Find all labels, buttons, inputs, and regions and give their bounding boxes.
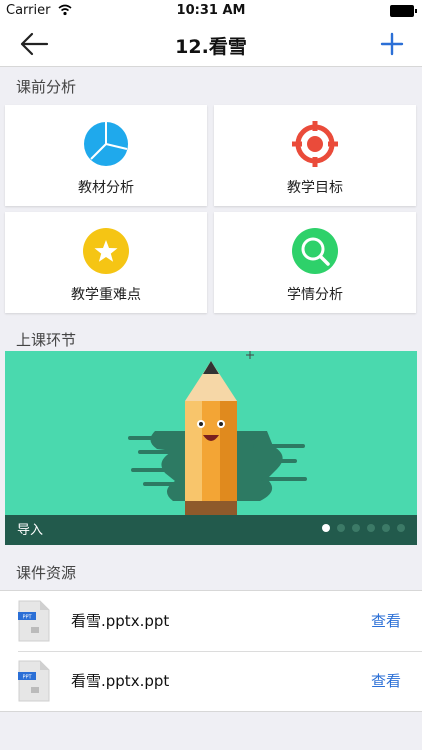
pie-chart-icon xyxy=(84,122,128,166)
file-type-label: PPT xyxy=(22,675,32,681)
card-label: 学情分析 xyxy=(287,287,343,303)
card-label: 教学重难点 xyxy=(71,287,141,303)
add-icon[interactable] xyxy=(380,30,404,58)
list-item[interactable]: PPT 看雪.pptx.ppt 查看 xyxy=(0,651,422,711)
ppt-file-icon: PPT xyxy=(18,600,50,642)
card-textbook-analysis[interactable]: 教材分析 xyxy=(5,105,207,206)
ppt-file-icon: PPT xyxy=(18,660,50,702)
carousel-caption: 导入 xyxy=(17,523,44,538)
star-icon xyxy=(83,228,129,274)
page-dot[interactable] xyxy=(352,524,360,532)
list-item[interactable]: PPT 看雪.pptx.ppt 查看 xyxy=(0,591,422,651)
page-title: 12.看雪 xyxy=(175,36,247,58)
magnifier-icon xyxy=(292,228,338,274)
page-indicator[interactable] xyxy=(315,517,405,536)
section-title-pre-class: 课前分析 xyxy=(16,78,77,96)
page-dot[interactable] xyxy=(367,524,375,532)
page-dot[interactable] xyxy=(337,524,345,532)
card-teaching-goals[interactable]: 教学目标 xyxy=(214,105,416,206)
target-icon xyxy=(292,121,338,167)
file-type-label: PPT xyxy=(22,615,32,621)
view-button[interactable]: 查看 xyxy=(371,610,401,631)
section-title-resources: 课件资源 xyxy=(16,564,77,582)
card-label: 教学目标 xyxy=(287,180,343,196)
card-label: 教材分析 xyxy=(78,180,134,196)
card-learner-analysis[interactable]: 学情分析 xyxy=(214,212,416,313)
clock: 10:31 AM xyxy=(176,3,246,18)
navigation-bar: 12.看雪 xyxy=(0,22,422,67)
lesson-carousel[interactable]: 导入 xyxy=(5,351,417,545)
resource-list: PPT 看雪.pptx.ppt 查看 PPT 看雪.pptx.ppt 查看 xyxy=(0,590,422,712)
page-dot[interactable] xyxy=(397,524,405,532)
file-name: 看雪.pptx.ppt xyxy=(71,612,170,630)
section-title-in-class: 上课环节 xyxy=(16,331,77,349)
battery-icon xyxy=(390,5,417,17)
card-key-difficulties[interactable]: 教学重难点 xyxy=(5,212,207,313)
page-dot[interactable] xyxy=(382,524,390,532)
file-name: 看雪.pptx.ppt xyxy=(71,672,170,690)
status-bar: Carrier 10:31 AM xyxy=(0,0,422,22)
view-button[interactable]: 查看 xyxy=(371,670,401,691)
page-dot[interactable] xyxy=(322,524,330,532)
